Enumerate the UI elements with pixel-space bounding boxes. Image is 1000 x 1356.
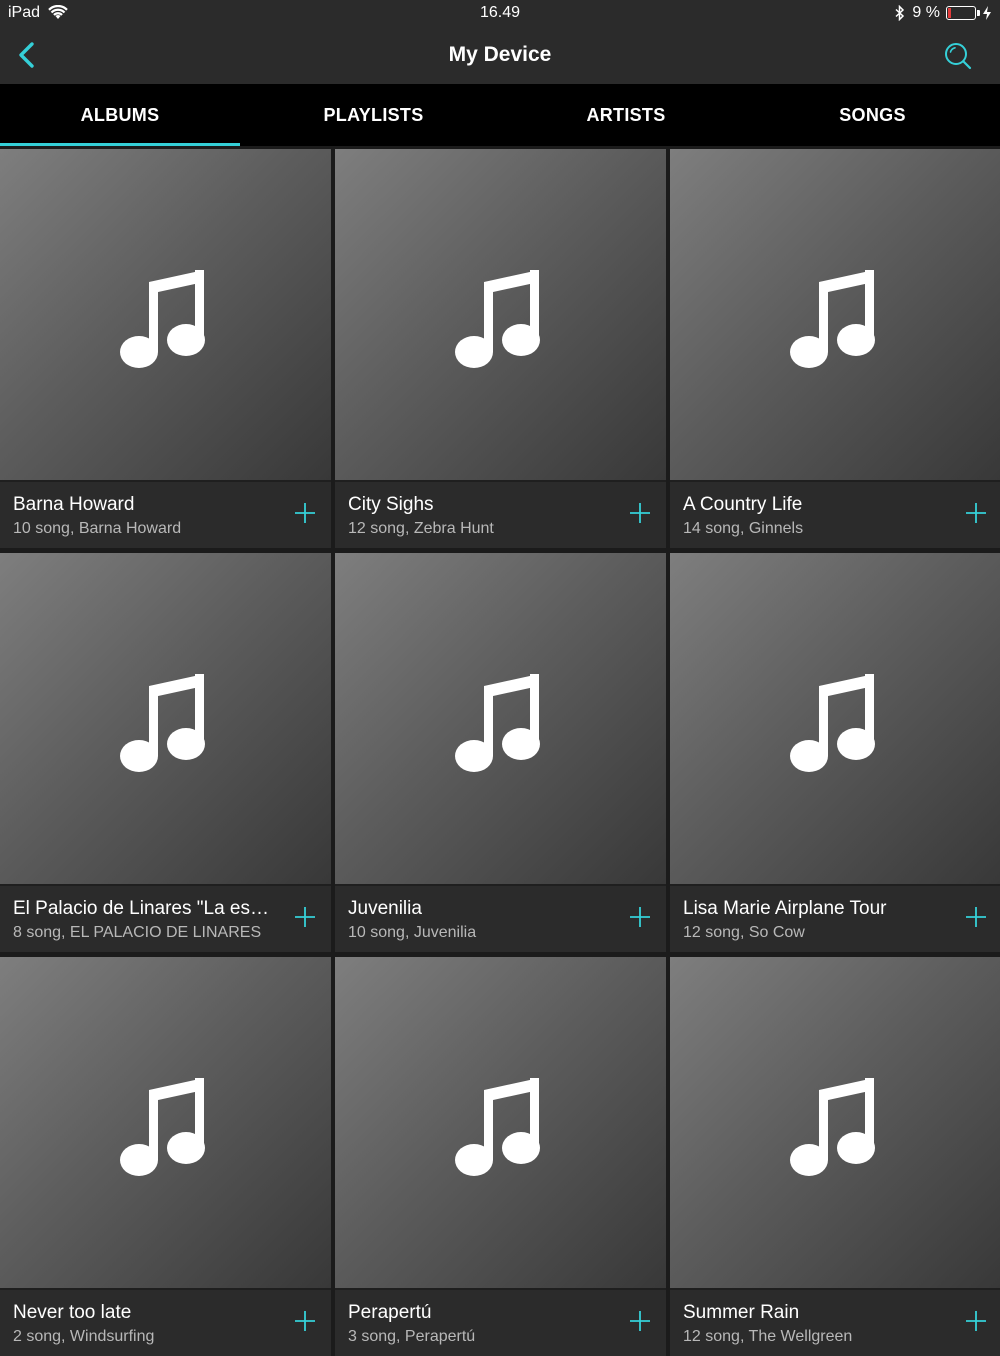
album-card[interactable]: Lisa Marie Airplane Tour 12 song, So Cow (670, 553, 1000, 952)
plus-icon (295, 503, 315, 523)
plus-icon (630, 907, 650, 927)
album-title: Perapertú (348, 1302, 432, 1323)
album-card[interactable]: Summer Rain 12 song, The Wellgreen (670, 957, 1000, 1356)
album-info: City Sighs 12 song, Zebra Hunt (348, 494, 606, 538)
music-note-icon (454, 673, 540, 772)
album-title: Barna Howard (13, 494, 135, 515)
album-subtitle: 10 song, Barna Howard (13, 520, 182, 537)
album-artwork[interactable] (0, 553, 331, 884)
plus-icon (630, 503, 650, 523)
album-title: El Palacio de Linares "La esp... (13, 898, 271, 919)
album-subtitle: 14 song, Ginnels (683, 520, 804, 537)
add-button[interactable] (964, 501, 988, 525)
album-title: Summer Rain (683, 1302, 800, 1323)
add-button[interactable] (628, 905, 652, 929)
album-info: Lisa Marie Airplane Tour 12 song, So Cow (683, 898, 942, 942)
battery-percent: 9 % (912, 4, 940, 21)
album-info: Barna Howard 10 song, Barna Howard (13, 494, 271, 538)
add-button[interactable] (293, 501, 317, 525)
add-button[interactable] (964, 1309, 988, 1333)
music-note-icon (119, 269, 205, 368)
music-note-icon (454, 1077, 540, 1176)
album-artwork[interactable] (670, 957, 1000, 1288)
album-card[interactable]: City Sighs 12 song, Zebra Hunt (335, 149, 666, 548)
add-button[interactable] (293, 1309, 317, 1333)
charging-icon (983, 6, 991, 20)
plus-icon (295, 1311, 315, 1331)
search-button[interactable] (940, 38, 976, 74)
tab-albums[interactable]: ALBUMS (0, 84, 240, 146)
album-artwork[interactable] (670, 553, 1000, 884)
tab-songs[interactable]: SONGS (745, 84, 1000, 146)
battery-icon (946, 6, 980, 20)
album-artwork[interactable] (335, 957, 666, 1288)
add-button[interactable] (628, 1309, 652, 1333)
album-title: A Country Life (683, 494, 803, 515)
album-info: El Palacio de Linares "La esp... 8 song,… (13, 898, 271, 942)
music-note-icon (119, 1077, 205, 1176)
page-title: My Device (448, 43, 552, 66)
music-note-icon (790, 673, 875, 772)
album-subtitle: 8 song, EL PALACIO DE LINARES (13, 924, 262, 941)
album-artwork[interactable] (335, 553, 666, 884)
add-button[interactable] (964, 905, 988, 929)
album-card[interactable]: Perapertú 3 song, Perapertú (335, 957, 666, 1356)
music-note-icon (790, 1077, 875, 1176)
music-note-icon (454, 269, 540, 368)
album-title: Never too late (13, 1302, 132, 1323)
plus-icon (630, 1311, 650, 1331)
plus-icon (295, 907, 315, 927)
album-card[interactable]: Never too late 2 song, Windsurfing (0, 957, 331, 1356)
status-right: 9 % (894, 4, 992, 22)
album-subtitle: 2 song, Windsurfing (13, 1328, 155, 1345)
album-subtitle: 12 song, So Cow (683, 924, 805, 941)
album-info: Juvenilia 10 song, Juvenilia (348, 898, 606, 942)
status-bar: iPad 16.49 9 % (0, 0, 1000, 28)
add-button[interactable] (293, 905, 317, 929)
album-grid: Barna Howard 10 song, Barna Howard City … (0, 149, 1000, 1356)
search-icon (945, 43, 972, 70)
album-title: Lisa Marie Airplane Tour (683, 898, 887, 919)
album-card[interactable]: El Palacio de Linares "La esp... 8 song,… (0, 553, 331, 952)
plus-icon (966, 1311, 986, 1331)
album-card[interactable]: Barna Howard 10 song, Barna Howard (0, 149, 331, 548)
tab-bar: ALBUMS PLAYLISTS ARTISTS SONGS (0, 84, 1000, 146)
nav-bar: My Device (0, 28, 1000, 84)
album-title: Juvenilia (348, 898, 422, 919)
plus-icon (966, 503, 986, 523)
plus-icon (966, 907, 986, 927)
music-note-icon (119, 673, 205, 772)
music-note-icon (790, 269, 875, 368)
album-card[interactable]: Juvenilia 10 song, Juvenilia (335, 553, 666, 952)
album-subtitle: 10 song, Juvenilia (348, 924, 477, 941)
album-info: A Country Life 14 song, Ginnels (683, 494, 942, 538)
album-artwork[interactable] (670, 149, 1000, 480)
tab-playlists[interactable]: PLAYLISTS (240, 84, 507, 146)
album-subtitle: 12 song, Zebra Hunt (348, 520, 494, 537)
album-subtitle: 12 song, The Wellgreen (683, 1328, 853, 1345)
album-info: Perapertú 3 song, Perapertú (348, 1302, 606, 1346)
album-info: Never too late 2 song, Windsurfing (13, 1302, 271, 1346)
add-button[interactable] (628, 501, 652, 525)
album-artwork[interactable] (335, 149, 666, 480)
album-subtitle: 3 song, Perapertú (348, 1328, 476, 1345)
album-artwork[interactable] (0, 149, 331, 480)
album-title: City Sighs (348, 494, 434, 515)
bluetooth-icon (895, 5, 905, 21)
album-card[interactable]: A Country Life 14 song, Ginnels (670, 149, 1000, 548)
album-artwork[interactable] (0, 957, 331, 1288)
tab-artists[interactable]: ARTISTS (507, 84, 745, 146)
status-time: 16.49 (479, 4, 521, 21)
album-info: Summer Rain 12 song, The Wellgreen (683, 1302, 942, 1346)
